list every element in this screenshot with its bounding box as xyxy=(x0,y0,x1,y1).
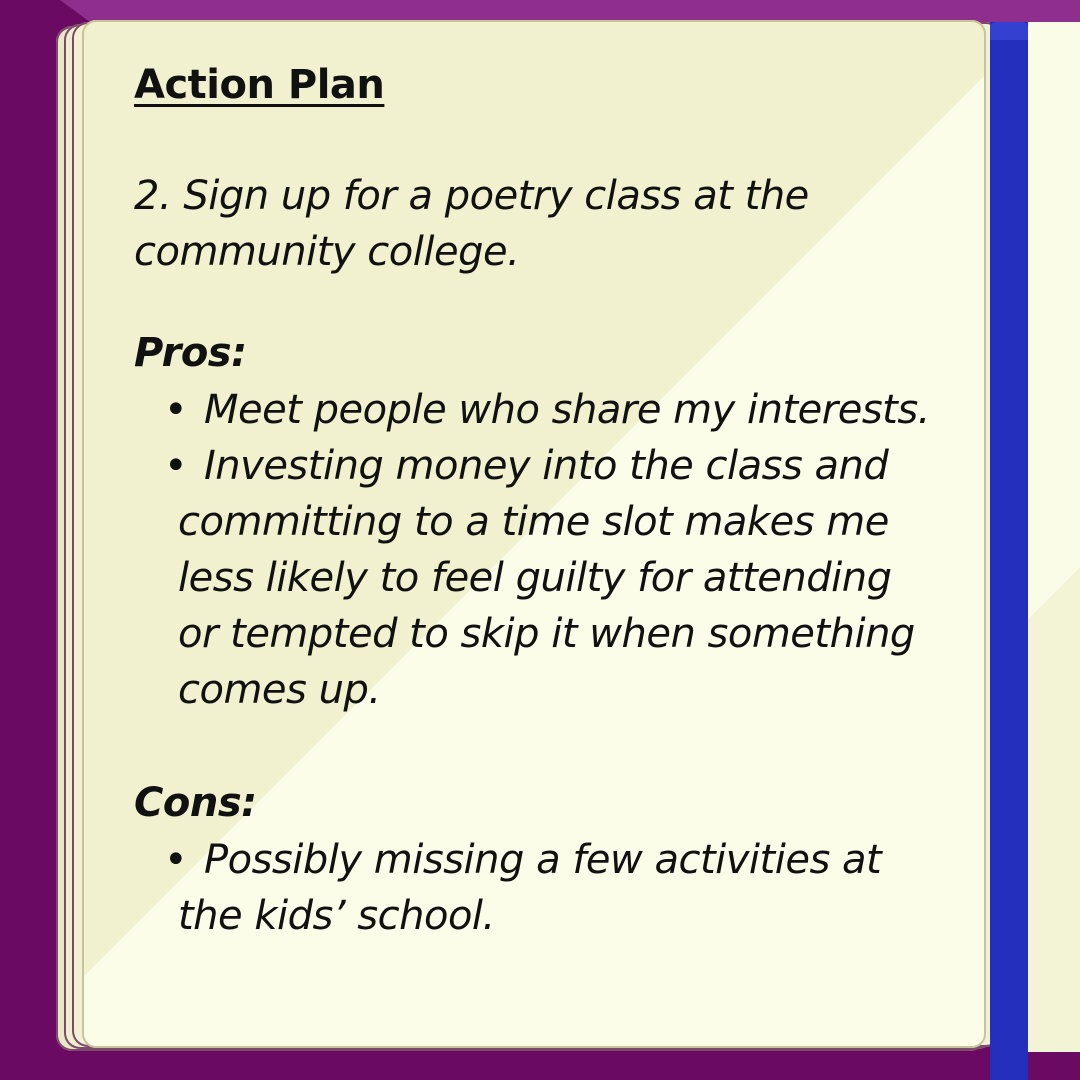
cons-list: • Possibly missing a few activities at th… xyxy=(134,832,964,944)
list-item: • Meet people who share my interests. xyxy=(134,382,938,438)
page-content: Action Plan 2. Sign up for a poetry clas… xyxy=(134,62,964,1006)
bullet-icon: • xyxy=(164,443,188,489)
pro-item-text: Meet people who share my interests. xyxy=(204,387,930,433)
right-page xyxy=(1026,22,1080,1052)
page-title: Action Plan xyxy=(134,62,385,108)
list-item: • Investing money into the class and comm… xyxy=(134,438,938,718)
list-item: • Possibly missing a few activities at th… xyxy=(134,832,938,944)
bullet-icon: • xyxy=(164,837,188,883)
bullet-icon: • xyxy=(164,387,188,433)
pro-item-text: Investing money into the class and commi… xyxy=(178,443,915,713)
bookmark-ribbon xyxy=(990,22,1028,1080)
cons-heading: Cons: xyxy=(134,780,257,826)
con-item-text: Possibly missing a few activities at the… xyxy=(178,837,882,939)
pros-list: • Meet people who share my interests. • In… xyxy=(134,382,964,718)
plan-item: 2. Sign up for a poetry class at the com… xyxy=(134,173,809,275)
pros-heading: Pros: xyxy=(134,330,247,376)
